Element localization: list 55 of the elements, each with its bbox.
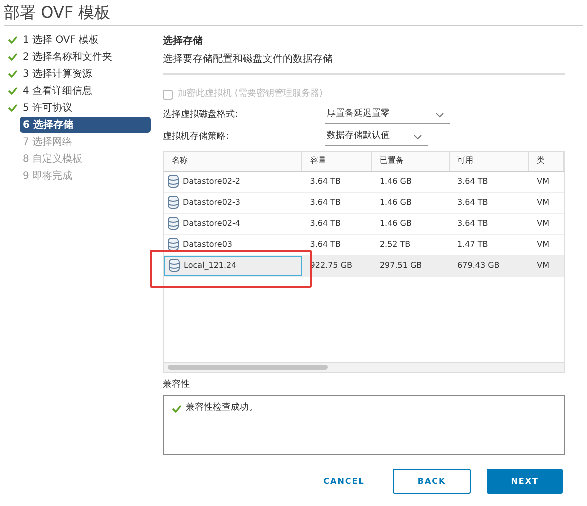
page-title: 选择存储 [163, 34, 204, 49]
status-message: 兼容性检查成功。 [186, 402, 258, 415]
caret-icon [414, 134, 422, 140]
table-cell: 2.52 TB [380, 238, 411, 250]
table-cell: 297.51 GB [380, 260, 422, 272]
database-icon [168, 217, 179, 230]
table-cell: VM [537, 218, 550, 230]
wizard-button[interactable]: BACK [392, 469, 472, 494]
table-cell: VM [537, 196, 550, 208]
database-icon [169, 259, 180, 272]
field-label: 选择虚拟磁盘格式: [163, 108, 240, 122]
table-cell: 1.47 TB [458, 238, 488, 250]
step-item[interactable]: 3 选择计算资源 [20, 66, 96, 82]
table-cell: 1.46 GB [380, 196, 412, 208]
table-cell: VM [537, 260, 550, 272]
step-item[interactable]: 1 选择 OVF 模板 [20, 32, 102, 48]
step-item[interactable]: 6 选择存储 [20, 117, 151, 133]
dropdown[interactable]: 厚置备延迟置零 [325, 108, 450, 124]
step-item[interactable]: 4 查看详细信息 [20, 84, 96, 98]
table-cell: 679.43 GB [458, 260, 500, 272]
table-cell: VM [537, 238, 550, 250]
database-icon [168, 196, 179, 209]
page-subtitle: 选择要存储配置和磁盘文件的数据存储 [163, 52, 334, 67]
column-header[interactable]: 已置备 [372, 152, 450, 170]
table-cell: 1.46 GB [380, 176, 412, 188]
column-header[interactable]: 类 [529, 152, 564, 170]
column-header[interactable]: 名称 [164, 152, 302, 170]
window-title: 部署 OVF 模板 [4, 2, 111, 22]
dropdown[interactable]: 数据存储默认值 [325, 130, 428, 146]
table-cell[interactable]: Datastore02-2 [183, 176, 240, 188]
table-cell: 3.64 TB [310, 238, 342, 250]
wizard-button[interactable]: CANCEL [312, 469, 377, 494]
database-icon [168, 175, 179, 188]
check-icon [172, 405, 182, 413]
table-cell: 3.64 TB [310, 218, 342, 230]
table-cell[interactable]: Datastore02-3 [183, 196, 240, 208]
field-label: 虚拟机存储策略: [163, 130, 230, 144]
column-header[interactable]: 容量 [302, 152, 372, 170]
table-cell: 1.46 GB [380, 218, 412, 230]
table-cell[interactable]: Datastore03 [183, 238, 233, 250]
step-item[interactable]: 5 许可协议 [20, 100, 76, 116]
compatibility-label: 兼容性 [163, 378, 191, 392]
step-item[interactable]: 2 选择名称和文件夹 [20, 50, 116, 64]
wizard-button[interactable]: NEXT [487, 469, 563, 494]
caret-icon [436, 112, 444, 118]
database-icon [168, 238, 179, 251]
table-cell: VM [537, 176, 550, 188]
table-cell: 3.64 TB [310, 196, 342, 208]
column-header[interactable]: 可用 [450, 152, 530, 170]
table-cell: 3.64 TB [458, 176, 488, 188]
table-cell[interactable]: Datastore02-4 [183, 218, 240, 230]
checkbox-label: 加密此虚拟机 (需要密钥管理服务器) [178, 88, 323, 101]
table-cell: 3.64 TB [310, 176, 342, 188]
table-cell: 3.64 TB [458, 196, 488, 208]
table-cell: 3.64 TB [458, 218, 488, 230]
